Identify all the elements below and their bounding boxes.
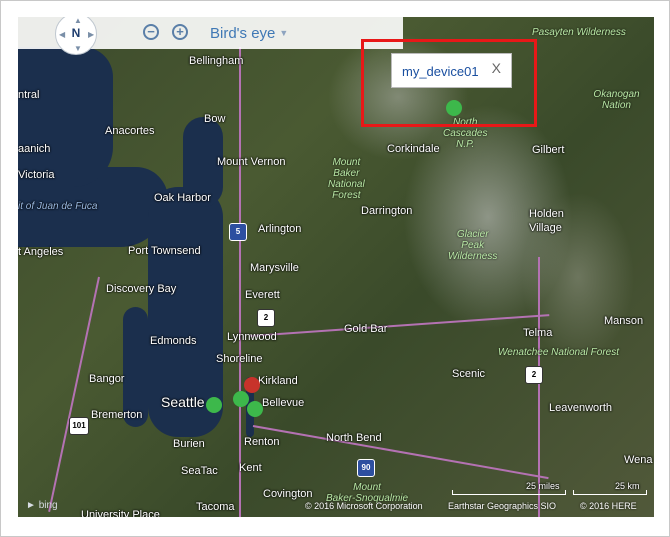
place-gold-bar: Gold Bar xyxy=(344,323,388,335)
park-mount-baker: Mount Baker National Forest xyxy=(328,157,365,201)
park-wenatchee: Wenatchee National Forest xyxy=(498,347,619,358)
place-port-angeles: t Angeles xyxy=(18,246,64,258)
road-us97 xyxy=(538,257,540,517)
place-gilbert: Gilbert xyxy=(532,144,565,156)
place-bellingham: Bellingham xyxy=(189,55,244,67)
road-us2 xyxy=(249,314,550,337)
device-marker-alert[interactable] xyxy=(244,377,260,393)
place-wena: Wena xyxy=(624,454,653,466)
route-101-shield: 101 xyxy=(69,417,89,435)
place-seatac: SeaTac xyxy=(181,465,218,477)
place-tacoma: Tacoma xyxy=(196,501,235,513)
map-toolbar: ▲ ▼ ◀ ▶ N − + Bird's eye ▼ xyxy=(18,17,403,55)
place-edmonds: Edmonds xyxy=(150,335,197,347)
road-i90 xyxy=(252,425,549,480)
map-style-label: Bird's eye xyxy=(210,25,276,42)
park-okanogan: Okanogan Nation xyxy=(593,89,640,111)
place-oak-harbor: Oak Harbor xyxy=(154,192,211,204)
place-seattle: Seattle xyxy=(161,394,205,410)
place-shoreline: Shoreline xyxy=(216,353,263,365)
interstate-5-shield: 5 xyxy=(229,223,247,241)
credit-earthstar: Earthstar Geographics SIO xyxy=(448,501,557,511)
road-us101 xyxy=(48,276,100,512)
place-victoria: Victoria xyxy=(18,169,55,181)
place-bremerton: Bremerton xyxy=(91,409,143,421)
place-north-bend: North Bend xyxy=(326,432,382,444)
credit-microsoft: © 2016 Microsoft Corporation xyxy=(305,501,423,511)
place-port-townsend: Port Townsend xyxy=(128,245,201,257)
chevron-down-icon: ▼ xyxy=(279,28,289,38)
place-kent: Kent xyxy=(239,462,262,474)
map-style-dropdown[interactable]: Bird's eye ▼ xyxy=(210,25,288,42)
place-scenic: Scenic xyxy=(452,368,486,380)
scale-km-label: 25 km xyxy=(615,481,640,491)
place-manson: Manson xyxy=(604,315,644,327)
place-central: ntral xyxy=(18,89,40,101)
place-saanich: aanich xyxy=(18,143,51,155)
route-2-east-shield: 2 xyxy=(525,366,543,384)
place-renton: Renton xyxy=(244,436,280,448)
sound-water-north xyxy=(18,47,113,187)
device-marker[interactable] xyxy=(247,401,263,417)
place-bow: Bow xyxy=(204,113,226,125)
pan-up-icon[interactable]: ▲ xyxy=(74,17,82,25)
place-bellevue: Bellevue xyxy=(262,397,305,409)
place-darrington: Darrington xyxy=(361,205,413,217)
place-holden-village: Holden Village xyxy=(529,208,564,234)
zoom-in-button[interactable]: + xyxy=(172,24,188,40)
highlight-box xyxy=(361,39,537,127)
credit-here: © 2016 HERE xyxy=(580,501,637,511)
interstate-90-shield: 90 xyxy=(357,459,375,477)
place-burien: Burien xyxy=(173,438,205,450)
park-glacier-peak: Glacier Peak Wilderness xyxy=(448,229,498,262)
place-anacortes: Anacortes xyxy=(105,125,155,137)
zoom-out-button[interactable]: − xyxy=(143,24,159,40)
place-leavenworth: Leavenworth xyxy=(549,402,612,414)
place-bangor: Bangor xyxy=(89,373,125,385)
place-mount-vernon: Mount Vernon xyxy=(217,156,286,168)
place-corkindale: Corkindale xyxy=(387,143,440,155)
place-everett: Everett xyxy=(245,289,280,301)
place-kirkland: Kirkland xyxy=(258,375,298,387)
map-canvas[interactable]: ▲ ▼ ◀ ▶ N − + Bird's eye ▼ Bellingham Bow… xyxy=(18,17,654,517)
device-marker[interactable] xyxy=(233,391,249,407)
place-strait: it of Juan de Fuca xyxy=(18,201,98,212)
bing-logo-text: bing xyxy=(38,500,58,511)
compass-north-label: N xyxy=(71,26,81,40)
place-telma: Telma xyxy=(523,327,553,339)
park-pasayten: Pasayten Wilderness xyxy=(532,27,626,38)
scale-miles-label: 25 miles xyxy=(526,481,560,491)
place-university-place: University Place xyxy=(81,509,160,517)
place-arlington: Arlington xyxy=(258,223,302,235)
place-discovery-bay: Discovery Bay xyxy=(106,283,177,295)
place-lynnwood: Lynnwood xyxy=(227,331,277,343)
map-frame: ▲ ▼ ◀ ▶ N − + Bird's eye ▼ Bellingham Bow… xyxy=(0,0,670,537)
pan-down-icon[interactable]: ▼ xyxy=(74,44,82,53)
place-covington: Covington xyxy=(263,488,313,500)
device-marker[interactable] xyxy=(206,397,222,413)
bing-logo: ► bing xyxy=(26,500,58,511)
route-2-shield: 2 xyxy=(257,309,275,327)
place-marysville: Marysville xyxy=(250,262,299,274)
road-i5 xyxy=(239,47,241,517)
